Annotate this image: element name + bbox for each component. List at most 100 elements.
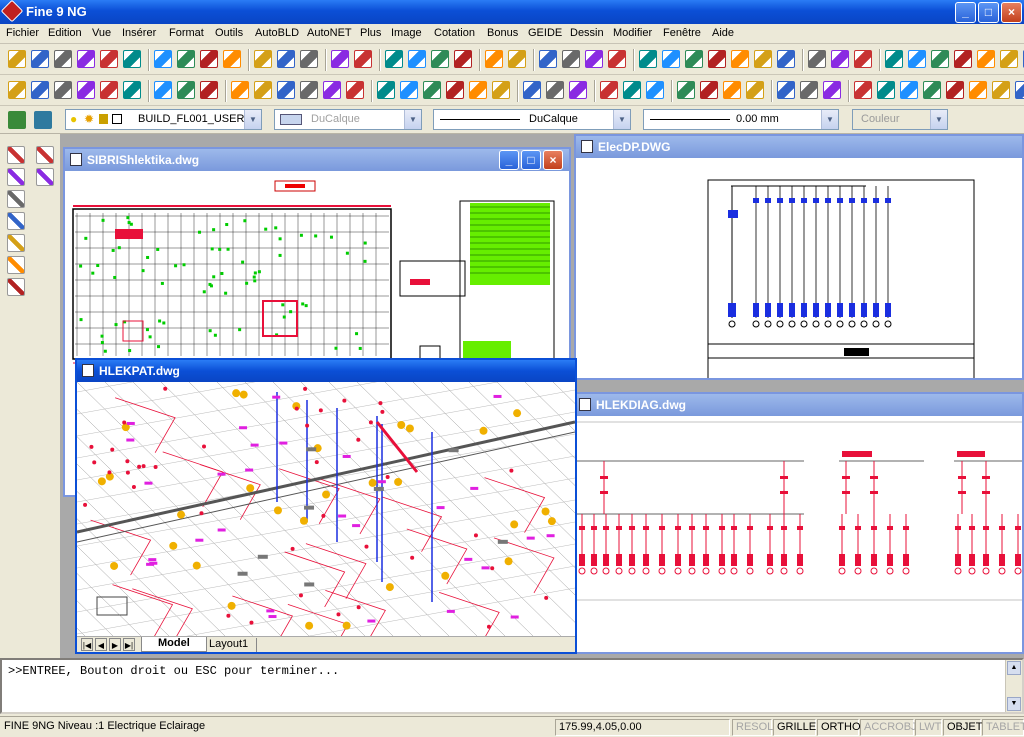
toolbar-tool-icon[interactable] [562, 50, 580, 68]
toolbar-tool-icon[interactable] [992, 81, 1010, 99]
toolbar-tool-icon[interactable] [569, 81, 587, 99]
toolbar-tool-icon[interactable] [685, 50, 703, 68]
toolbar-tool-icon[interactable] [546, 81, 564, 99]
toolbar-tool-icon[interactable] [723, 81, 741, 99]
command-line[interactable]: >>ENTREE, Bouton droit ou ESC pour termi… [0, 658, 1024, 714]
toolbar-tool-icon[interactable] [600, 81, 618, 99]
menu-fichier[interactable]: Fichier [6, 27, 39, 39]
menu-inserer[interactable]: Insérer [122, 27, 156, 39]
status-toggle-accrobj[interactable]: ACCROBJ [860, 719, 917, 736]
tab-last-button[interactable]: ▶| [123, 638, 135, 651]
toolbar-tool-icon[interactable] [77, 81, 95, 99]
toolbar-tool-icon[interactable] [977, 50, 995, 68]
status-toggle-ortho[interactable]: ORTHO [817, 719, 861, 736]
menu-autonet[interactable]: AutoNET [307, 27, 352, 39]
toolbar-tool-icon[interactable] [8, 50, 26, 68]
toolbar-tool-icon[interactable] [254, 50, 272, 68]
toolbar-tool-icon[interactable] [608, 50, 626, 68]
side-tool-icon[interactable] [7, 146, 25, 164]
toolbar-tool-icon[interactable] [54, 81, 72, 99]
doc-window-elecdp[interactable]: ElecDP.DWG [574, 134, 1024, 380]
side-tool-icon[interactable] [7, 278, 25, 296]
menu-bonus[interactable]: Bonus [487, 27, 518, 39]
toolbar-tool-icon[interactable] [523, 81, 541, 99]
command-scrollbar[interactable]: ▲ ▼ [1005, 660, 1022, 712]
toolbar-tool-icon[interactable] [100, 81, 118, 99]
toolbar-tool-icon[interactable] [746, 81, 764, 99]
status-toggle-objet[interactable]: OBJET [943, 719, 982, 736]
toolbar-tool-icon[interactable] [508, 50, 526, 68]
toolbar-tool-icon[interactable] [254, 81, 272, 99]
doc-window-hlekpat[interactable]: HLEKPAT.dwg |◀ ◀ ▶ ▶| Model Layout1 [75, 358, 577, 654]
menu-modifier[interactable]: Modifier [613, 27, 652, 39]
toolbar-tool-icon[interactable] [623, 81, 641, 99]
toolbar-tool-icon[interactable] [823, 81, 841, 99]
toolbar-tool-icon[interactable] [446, 81, 464, 99]
toolbar-tool-icon[interactable] [123, 81, 141, 99]
tab-layout1[interactable]: Layout1 [197, 638, 258, 652]
side-tool-icon[interactable] [36, 168, 54, 186]
toolbar-tool-icon[interactable] [969, 81, 987, 99]
toolbar-tool-icon[interactable] [154, 50, 172, 68]
maximize-button[interactable]: □ [978, 2, 999, 23]
toolbar-tool-icon[interactable] [539, 50, 557, 68]
menu-vue[interactable]: Vue [92, 27, 111, 39]
toolbar-tool-icon[interactable] [877, 81, 895, 99]
toolbar-tool-icon[interactable] [923, 81, 941, 99]
toolbar-tool-icon[interactable] [700, 81, 718, 99]
toolbar-tool-icon[interactable] [154, 81, 172, 99]
toolbar-tool-icon[interactable] [77, 50, 95, 68]
toolbar-tool-icon[interactable] [277, 81, 295, 99]
toolbar-tool-icon[interactable] [585, 50, 603, 68]
side-tool-icon[interactable] [7, 190, 25, 208]
toolbar-tool-icon[interactable] [754, 50, 772, 68]
toolbar-tool-icon[interactable] [908, 50, 926, 68]
drawing-canvas-hlekpat[interactable] [77, 360, 575, 652]
menu-fenetre[interactable]: Fenêtre [663, 27, 701, 39]
toolbar-tool-icon[interactable] [492, 81, 510, 99]
toolbar-tool-icon[interactable] [808, 50, 826, 68]
toolbar-tool-icon[interactable] [8, 81, 26, 99]
minimize-button[interactable]: _ [499, 150, 519, 170]
menu-geide[interactable]: GEIDE [528, 27, 562, 39]
toolbar-tool-icon[interactable] [100, 50, 118, 68]
toolbar-tool-icon[interactable] [485, 50, 503, 68]
side-tool-icon[interactable] [36, 146, 54, 164]
close-button[interactable]: × [1001, 2, 1022, 23]
toolbar-tool-icon[interactable] [454, 50, 472, 68]
doc-window-hlekdiag[interactable]: HLEKDIAG.dwg [572, 392, 1024, 654]
toolbar-tool-icon[interactable] [223, 50, 241, 68]
menu-outils[interactable]: Outils [215, 27, 243, 39]
status-toggle-lwt[interactable]: LWT [915, 719, 942, 736]
status-toggle-resol[interactable]: RESOL [732, 719, 773, 736]
toolbar-tool-icon[interactable] [277, 50, 295, 68]
toolbar-tool-icon[interactable] [31, 50, 49, 68]
toolbar-tool-icon[interactable] [677, 81, 695, 99]
toolbar-tool-icon[interactable] [777, 50, 795, 68]
toolbar-tool-icon[interactable] [300, 81, 318, 99]
toolbar-tool-icon[interactable] [1000, 50, 1018, 68]
toolbar-tool-icon[interactable] [200, 50, 218, 68]
menu-aide[interactable]: Aide [712, 27, 734, 39]
toolbar-tool-icon[interactable] [377, 81, 395, 99]
side-tool-icon[interactable] [7, 212, 25, 230]
toolbar-tool-icon[interactable] [931, 50, 949, 68]
close-button[interactable]: × [543, 150, 563, 170]
status-toggle-tablet[interactable]: TABLET [982, 719, 1024, 736]
toolbar-tool-icon[interactable] [469, 81, 487, 99]
toolbar-tool-icon[interactable] [346, 81, 364, 99]
toolbar-tool-icon[interactable] [777, 81, 795, 99]
toolbar-tool-icon[interactable] [331, 50, 349, 68]
toolbar-tool-icon[interactable] [831, 50, 849, 68]
menu-dessin[interactable]: Dessin [570, 27, 604, 39]
menu-image[interactable]: Image [391, 27, 422, 39]
toolbar-tool-icon[interactable] [177, 81, 195, 99]
side-tool-icon[interactable] [7, 234, 25, 252]
toolbar-tool-icon[interactable] [800, 81, 818, 99]
maximize-button[interactable]: □ [521, 150, 541, 170]
tab-next-button[interactable]: ▶ [109, 638, 121, 651]
toolbar-tool-icon[interactable] [231, 81, 249, 99]
tab-prev-button[interactable]: ◀ [95, 638, 107, 651]
menu-plus[interactable]: Plus [360, 27, 381, 39]
side-tool-icon[interactable] [7, 168, 25, 186]
